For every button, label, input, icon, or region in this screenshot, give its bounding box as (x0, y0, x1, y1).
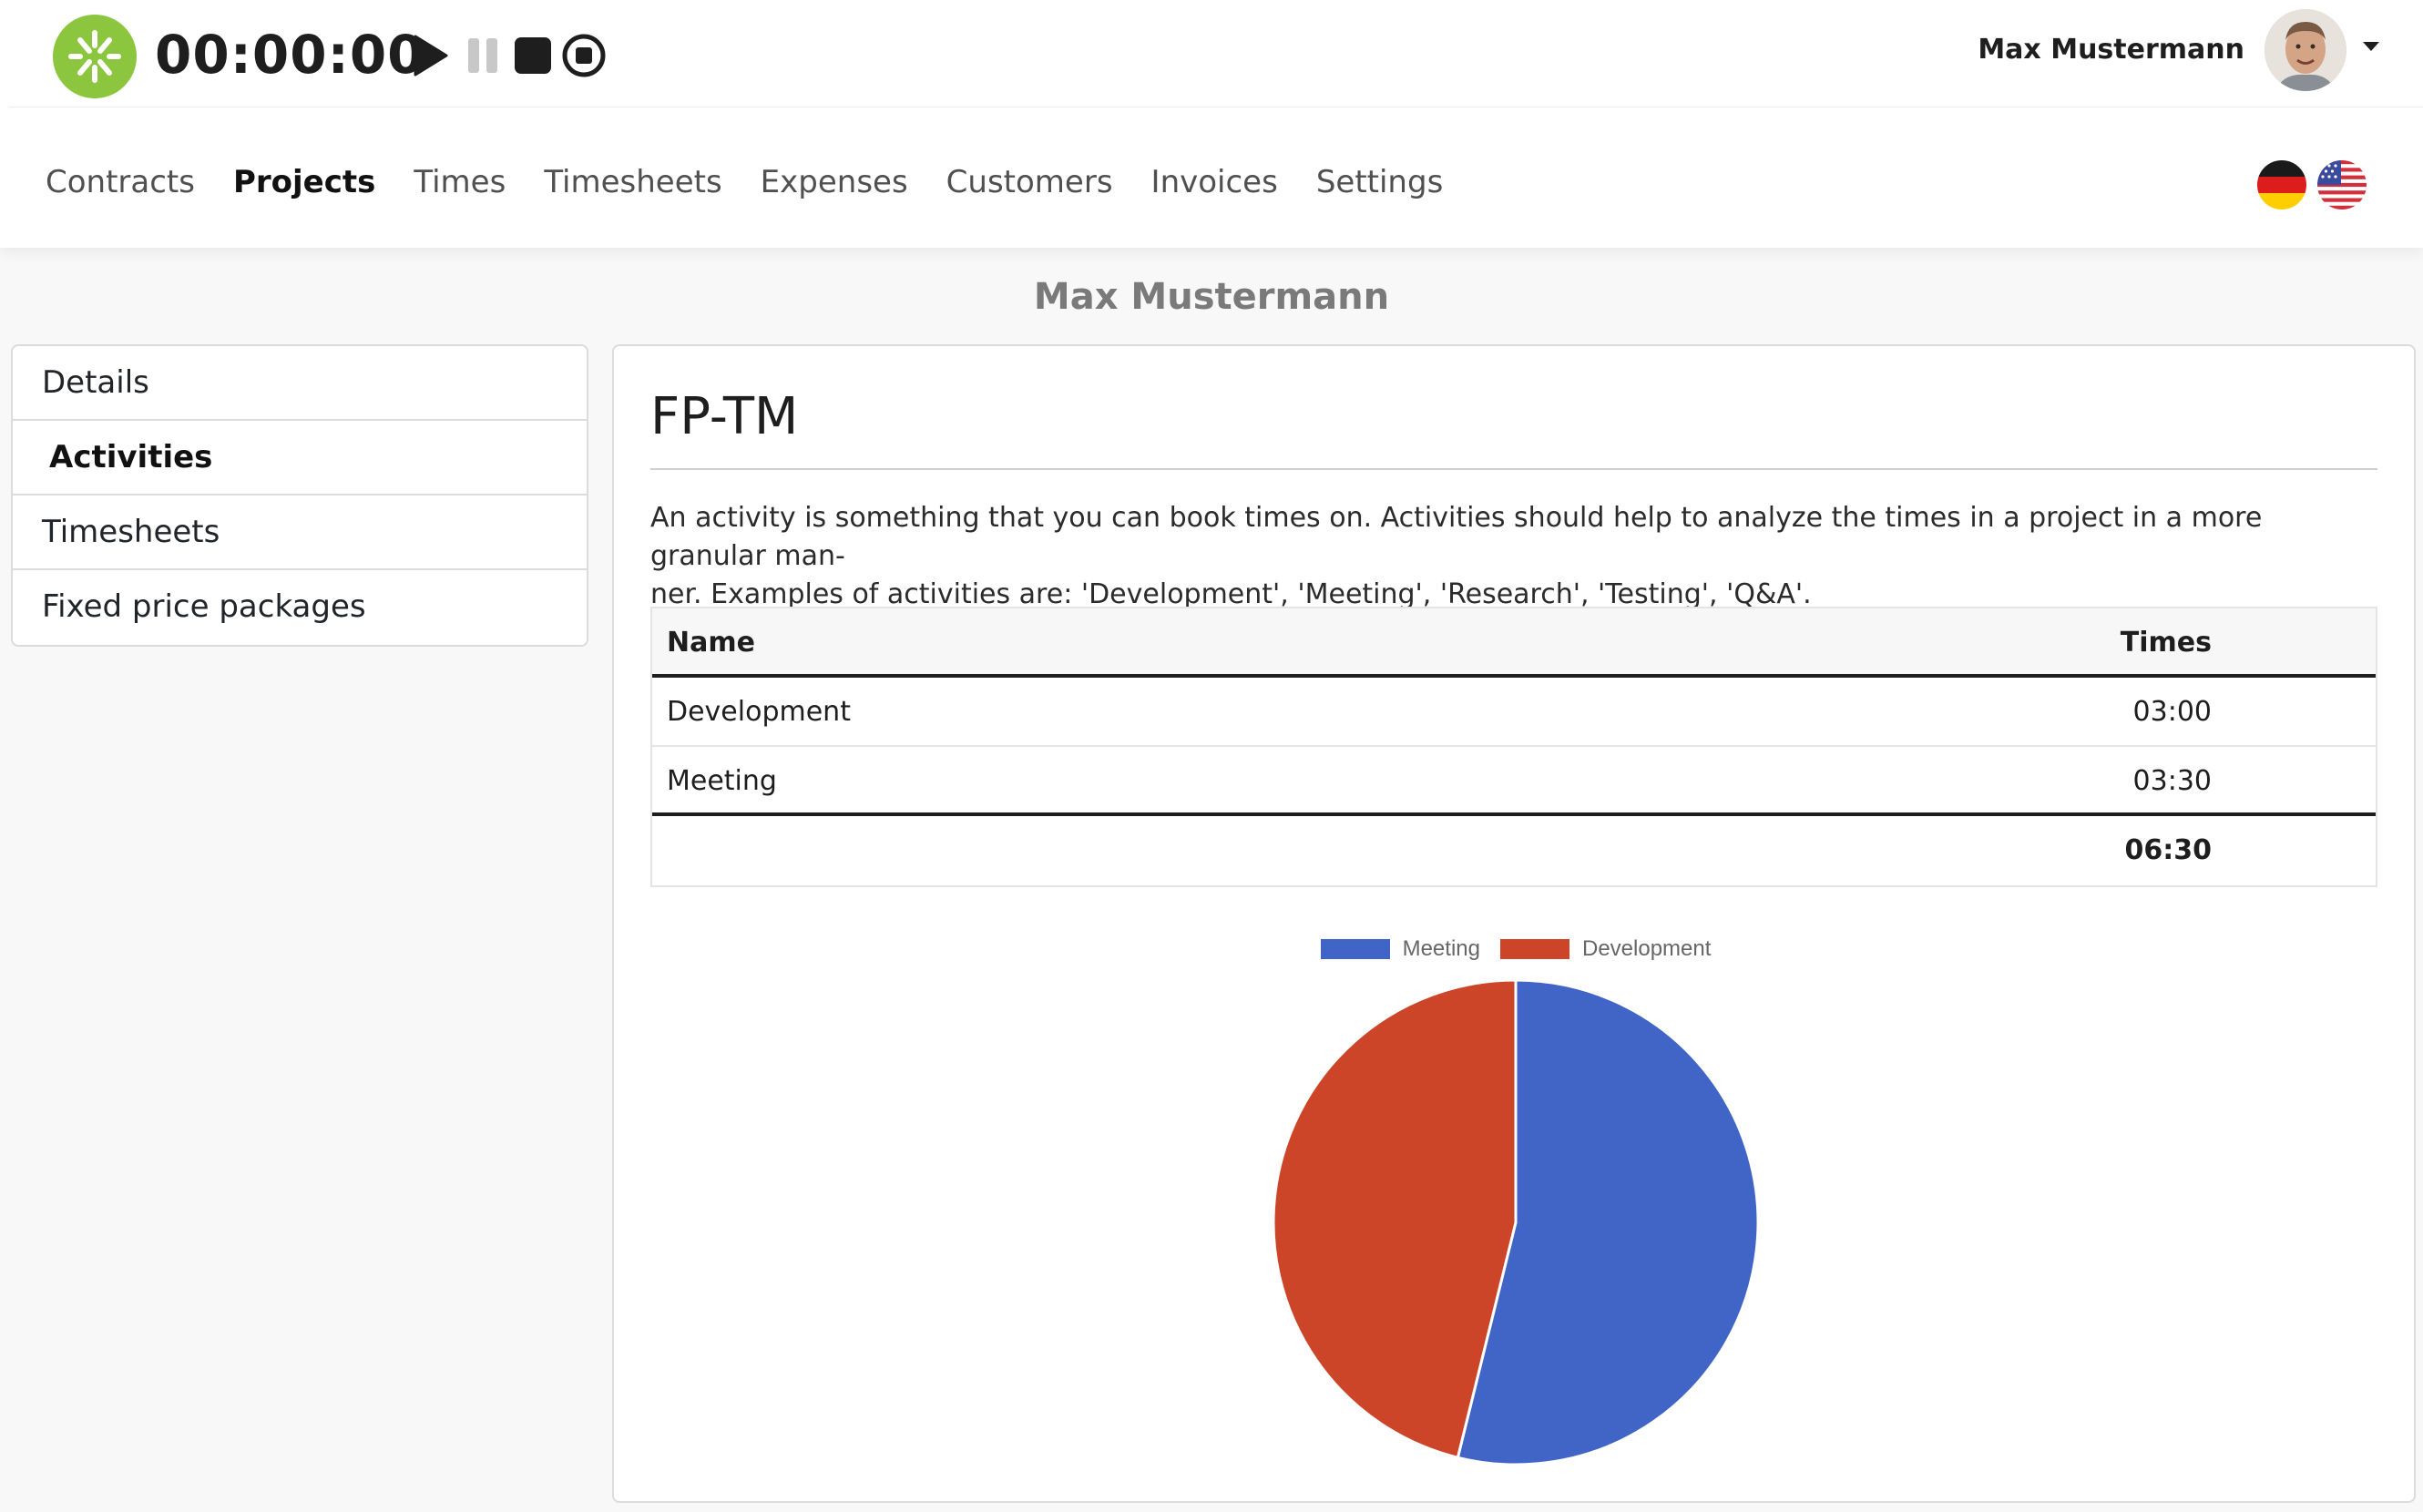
nav-customers[interactable]: Customers (946, 158, 1113, 206)
nav-invoices[interactable]: Invoices (1151, 158, 1278, 206)
nav-timesheets[interactable]: Timesheets (544, 158, 721, 206)
pause-icon[interactable] (463, 33, 508, 78)
activities-panel: FP-TM An activity is something that you … (612, 344, 2416, 1503)
sidebar-item-activities[interactable]: Activities (13, 421, 587, 495)
legend-swatch (1320, 939, 1390, 959)
legend-item-meeting[interactable]: Meeting (1320, 936, 1480, 962)
avatar[interactable] (2265, 9, 2346, 91)
nav-settings[interactable]: Settings (1316, 158, 1443, 206)
user-name[interactable]: Max Mustermann (1978, 29, 2244, 71)
table-row[interactable]: Meeting 03:30 (652, 747, 2376, 816)
activities-description: An activity is something that you can bo… (650, 499, 2381, 614)
chevron-down-icon[interactable] (2361, 40, 2381, 53)
chart-legend: Meeting Development (614, 933, 2418, 965)
total-time: 06:30 (2124, 834, 2213, 866)
table-row[interactable]: Development 03:00 (652, 678, 2376, 747)
activity-name: Meeting (667, 765, 777, 797)
timer-bar: 00:00:00 Max Mustermann (9, 0, 2423, 107)
legend-item-development[interactable]: Development (1499, 936, 1712, 962)
activity-time: 03:30 (2132, 765, 2212, 797)
table-header: Name Times (652, 608, 2376, 678)
timer-display: 00:00:00 (155, 24, 425, 86)
activities-pie-chart (1272, 978, 1760, 1466)
column-header-times[interactable]: Times (2121, 608, 2212, 678)
sidebar-menu: Details Activities Timesheets Fixed pric… (11, 344, 588, 647)
sidebar-item-fixed-price-packages[interactable]: Fixed price packages (13, 570, 587, 645)
app-logo-icon[interactable] (53, 15, 137, 98)
activities-table: Name Times Development 03:00 Meeting 03:… (650, 607, 2377, 887)
activity-name: Development (667, 696, 851, 728)
nav-projects[interactable]: Projects (233, 158, 375, 206)
stop-icon[interactable] (510, 33, 556, 78)
page-title: Max Mustermann (1033, 276, 1390, 318)
legend-swatch (1499, 939, 1569, 959)
sidebar-item-timesheets[interactable]: Timesheets (13, 495, 587, 570)
nav-contracts[interactable]: Contracts (46, 158, 195, 206)
record-stop-icon[interactable] (561, 33, 607, 78)
nav-times[interactable]: Times (414, 158, 506, 206)
play-icon[interactable] (406, 33, 452, 78)
activity-time: 03:00 (2132, 696, 2212, 728)
table-total-row: 06:30 (652, 816, 2376, 885)
nav-expenses[interactable]: Expenses (761, 158, 908, 206)
sidebar-item-details[interactable]: Details (13, 346, 587, 421)
legend-label: Meeting (1402, 936, 1480, 961)
description-line: An activity is something that you can bo… (650, 502, 2263, 572)
project-title: FP-TM (650, 387, 799, 446)
divider (650, 468, 2377, 470)
de-flag-icon[interactable] (2257, 160, 2306, 209)
legend-label: Development (1581, 936, 1712, 961)
top-header: 00:00:00 Max Mustermann Contracts Projec… (0, 0, 2423, 248)
us-flag-icon[interactable] (2317, 160, 2367, 209)
main-nav: Contracts Projects Times Timesheets Expe… (46, 158, 1443, 206)
column-header-name[interactable]: Name (667, 608, 755, 678)
